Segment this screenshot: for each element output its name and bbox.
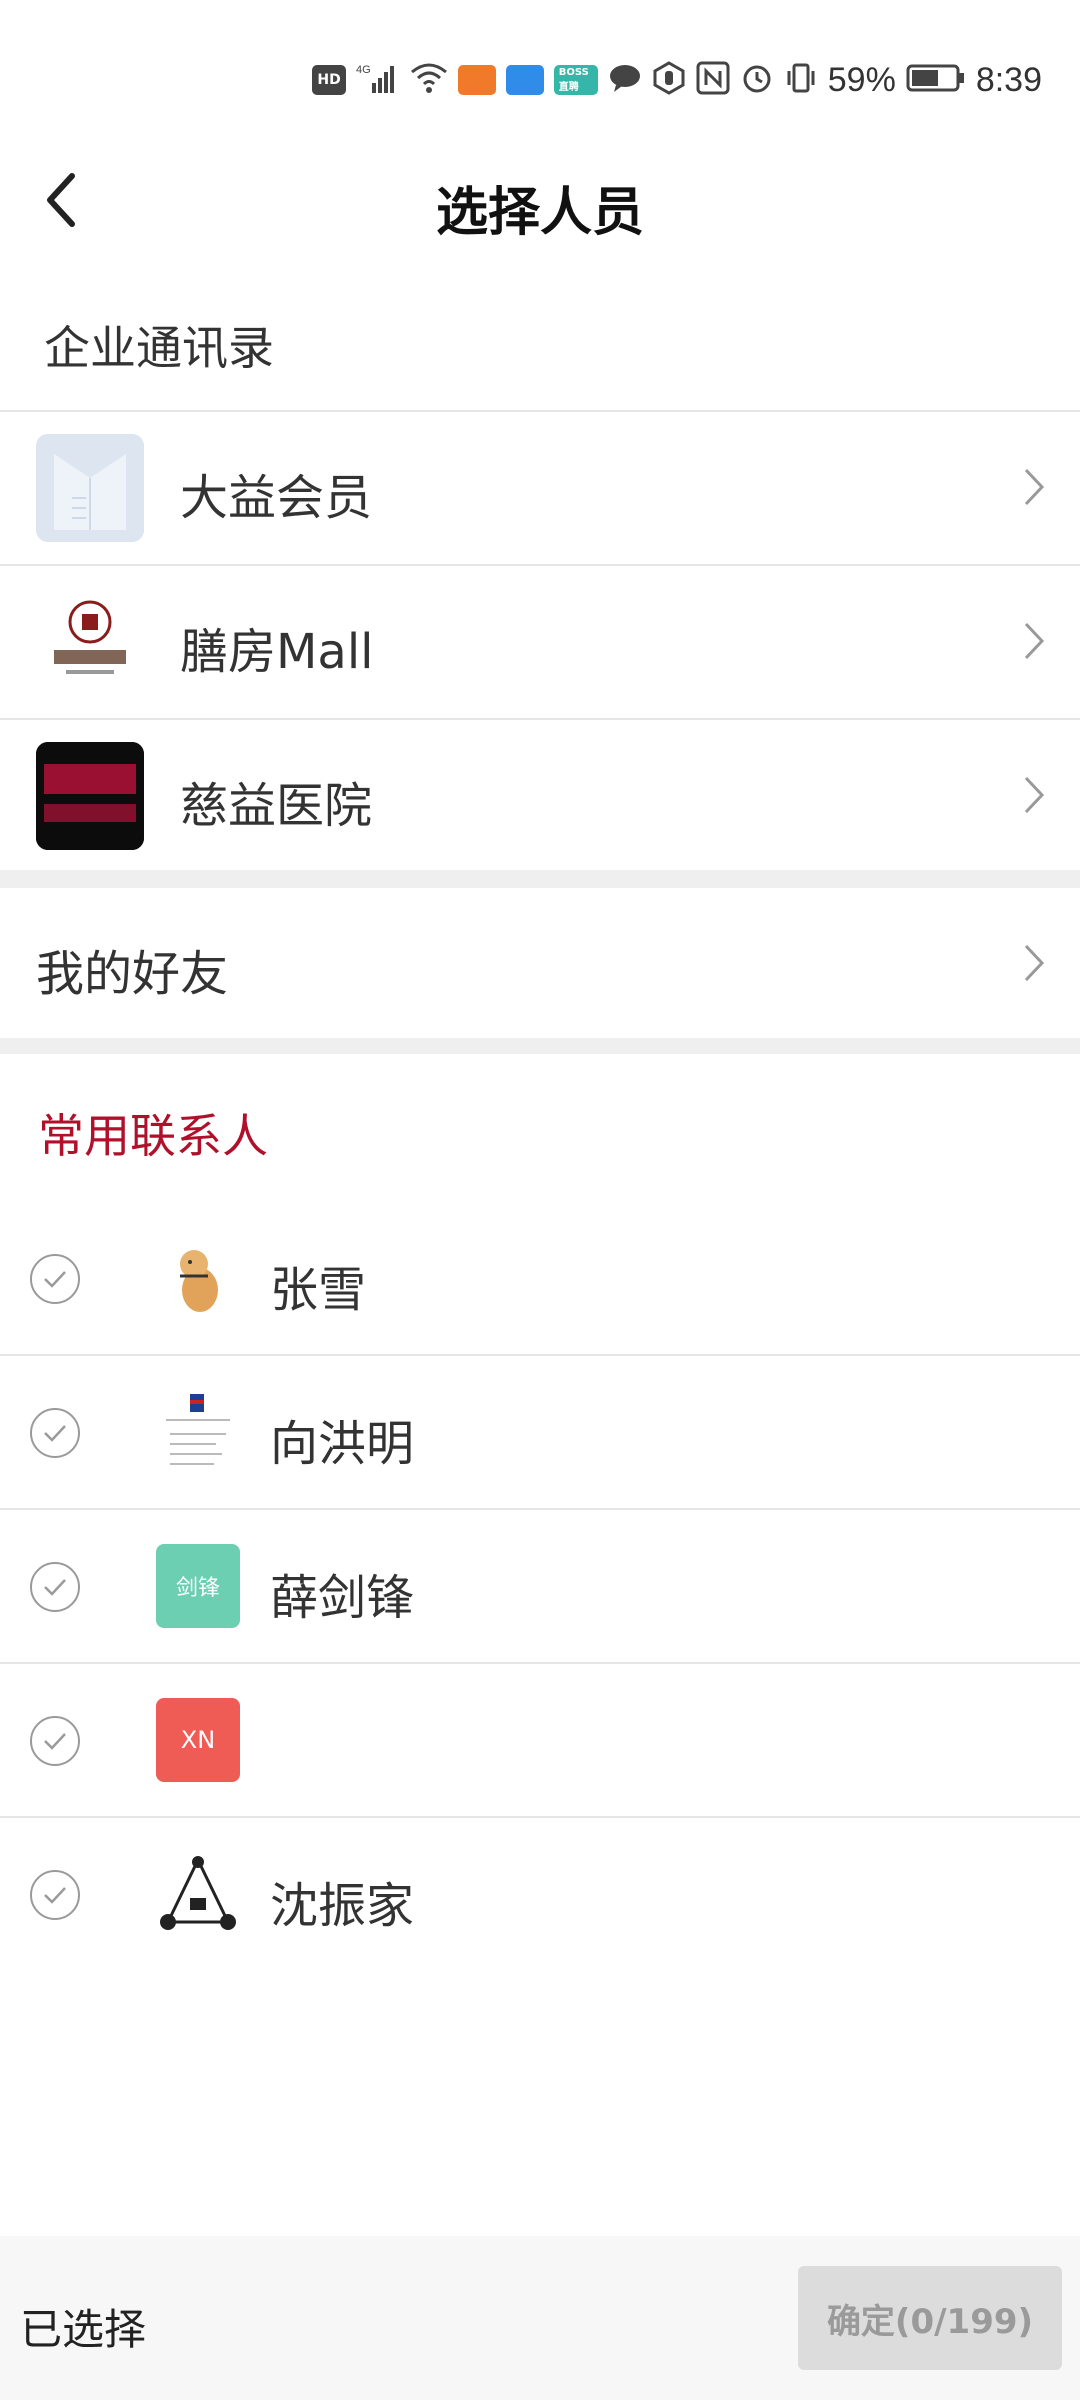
my-friends-label: 我的好友 <box>36 946 229 1002</box>
org-logo <box>36 742 144 850</box>
check-icon <box>44 1425 66 1442</box>
clock: 8:39 <box>975 60 1042 99</box>
avatar: XN <box>156 1698 240 1782</box>
org-row-ciyi-hospital[interactable]: 慈益医院 <box>0 720 1080 870</box>
hd-icon: HD <box>312 65 346 95</box>
status-bar: HD 4G BOSS 直聘 59% 8:39 <box>0 0 1080 150</box>
check-icon <box>44 1887 66 1904</box>
alarm-icon <box>740 61 774 99</box>
app-icon-orange <box>457 65 496 95</box>
vibrate-icon <box>784 61 818 99</box>
select-checkbox[interactable] <box>30 1408 80 1458</box>
enterprise-directory-label: 企业通讯录 <box>44 321 274 375</box>
contact-row[interactable]: 沈振家 <box>0 1818 1080 1970</box>
page-title: 选择人员 <box>435 183 644 243</box>
org-row-dayi-member[interactable]: 大益会员 <box>0 412 1080 562</box>
contact-name: 薛剑锋 <box>270 1570 415 1626</box>
org-name: 慈益医院 <box>180 778 373 834</box>
contact-row[interactable]: 剑锋 薛剑锋 <box>0 1510 1080 1662</box>
chevron-right-icon <box>1024 622 1045 660</box>
avatar: 剑锋 <box>156 1544 240 1628</box>
svg-text:4G: 4G <box>356 64 371 76</box>
header: 选择人员 <box>0 150 1080 250</box>
my-friends-row[interactable]: 我的好友 <box>0 888 1080 1038</box>
select-checkbox[interactable] <box>30 1716 80 1766</box>
contact-name: 沈振家 <box>270 1878 415 1934</box>
hand-icon <box>652 61 686 99</box>
battery-percent: 59% <box>827 60 896 99</box>
nfc-icon <box>696 61 730 99</box>
confirm-button[interactable]: 确定(0/199) <box>798 2266 1062 2370</box>
frequent-contacts-label: 常用联系人 <box>38 1109 268 1163</box>
wifi-icon <box>410 62 448 98</box>
select-checkbox[interactable] <box>30 1870 80 1920</box>
contact-row[interactable]: 向洪明 <box>0 1356 1080 1508</box>
app-icon-blue <box>505 65 544 95</box>
org-name: 大益会员 <box>180 470 373 526</box>
contact-row[interactable]: XN <box>0 1664 1080 1816</box>
avatar <box>156 1236 240 1320</box>
avatar <box>156 1390 240 1474</box>
chevron-right-icon <box>1024 468 1045 506</box>
check-icon <box>44 1579 66 1596</box>
org-logo <box>36 588 144 696</box>
section-gap <box>0 870 1080 888</box>
message-icon <box>608 63 642 97</box>
contact-name: 向洪明 <box>270 1416 415 1472</box>
boss-zhipin-icon: BOSS 直聘 <box>553 65 598 95</box>
battery-icon <box>906 63 966 97</box>
org-row-shanfang-mall[interactable]: 膳房Mall <box>0 566 1080 716</box>
footer-bar: 已选择 确定(0/199) <box>0 2236 1080 2400</box>
check-icon <box>44 1733 66 1750</box>
section-gap <box>0 1038 1080 1054</box>
avatar <box>156 1852 240 1936</box>
select-checkbox[interactable] <box>30 1254 80 1304</box>
contact-row[interactable]: 张雪 <box>0 1202 1080 1354</box>
org-logo <box>36 434 144 542</box>
signal-icon: 4G <box>356 61 400 99</box>
selected-label: 已选择 <box>20 2305 147 2354</box>
chevron-right-icon <box>1024 776 1045 814</box>
org-name: 膳房Mall <box>180 624 374 680</box>
contact-name: 张雪 <box>270 1262 367 1318</box>
select-checkbox[interactable] <box>30 1562 80 1612</box>
chevron-right-icon <box>1024 944 1045 982</box>
check-icon <box>44 1271 66 1288</box>
